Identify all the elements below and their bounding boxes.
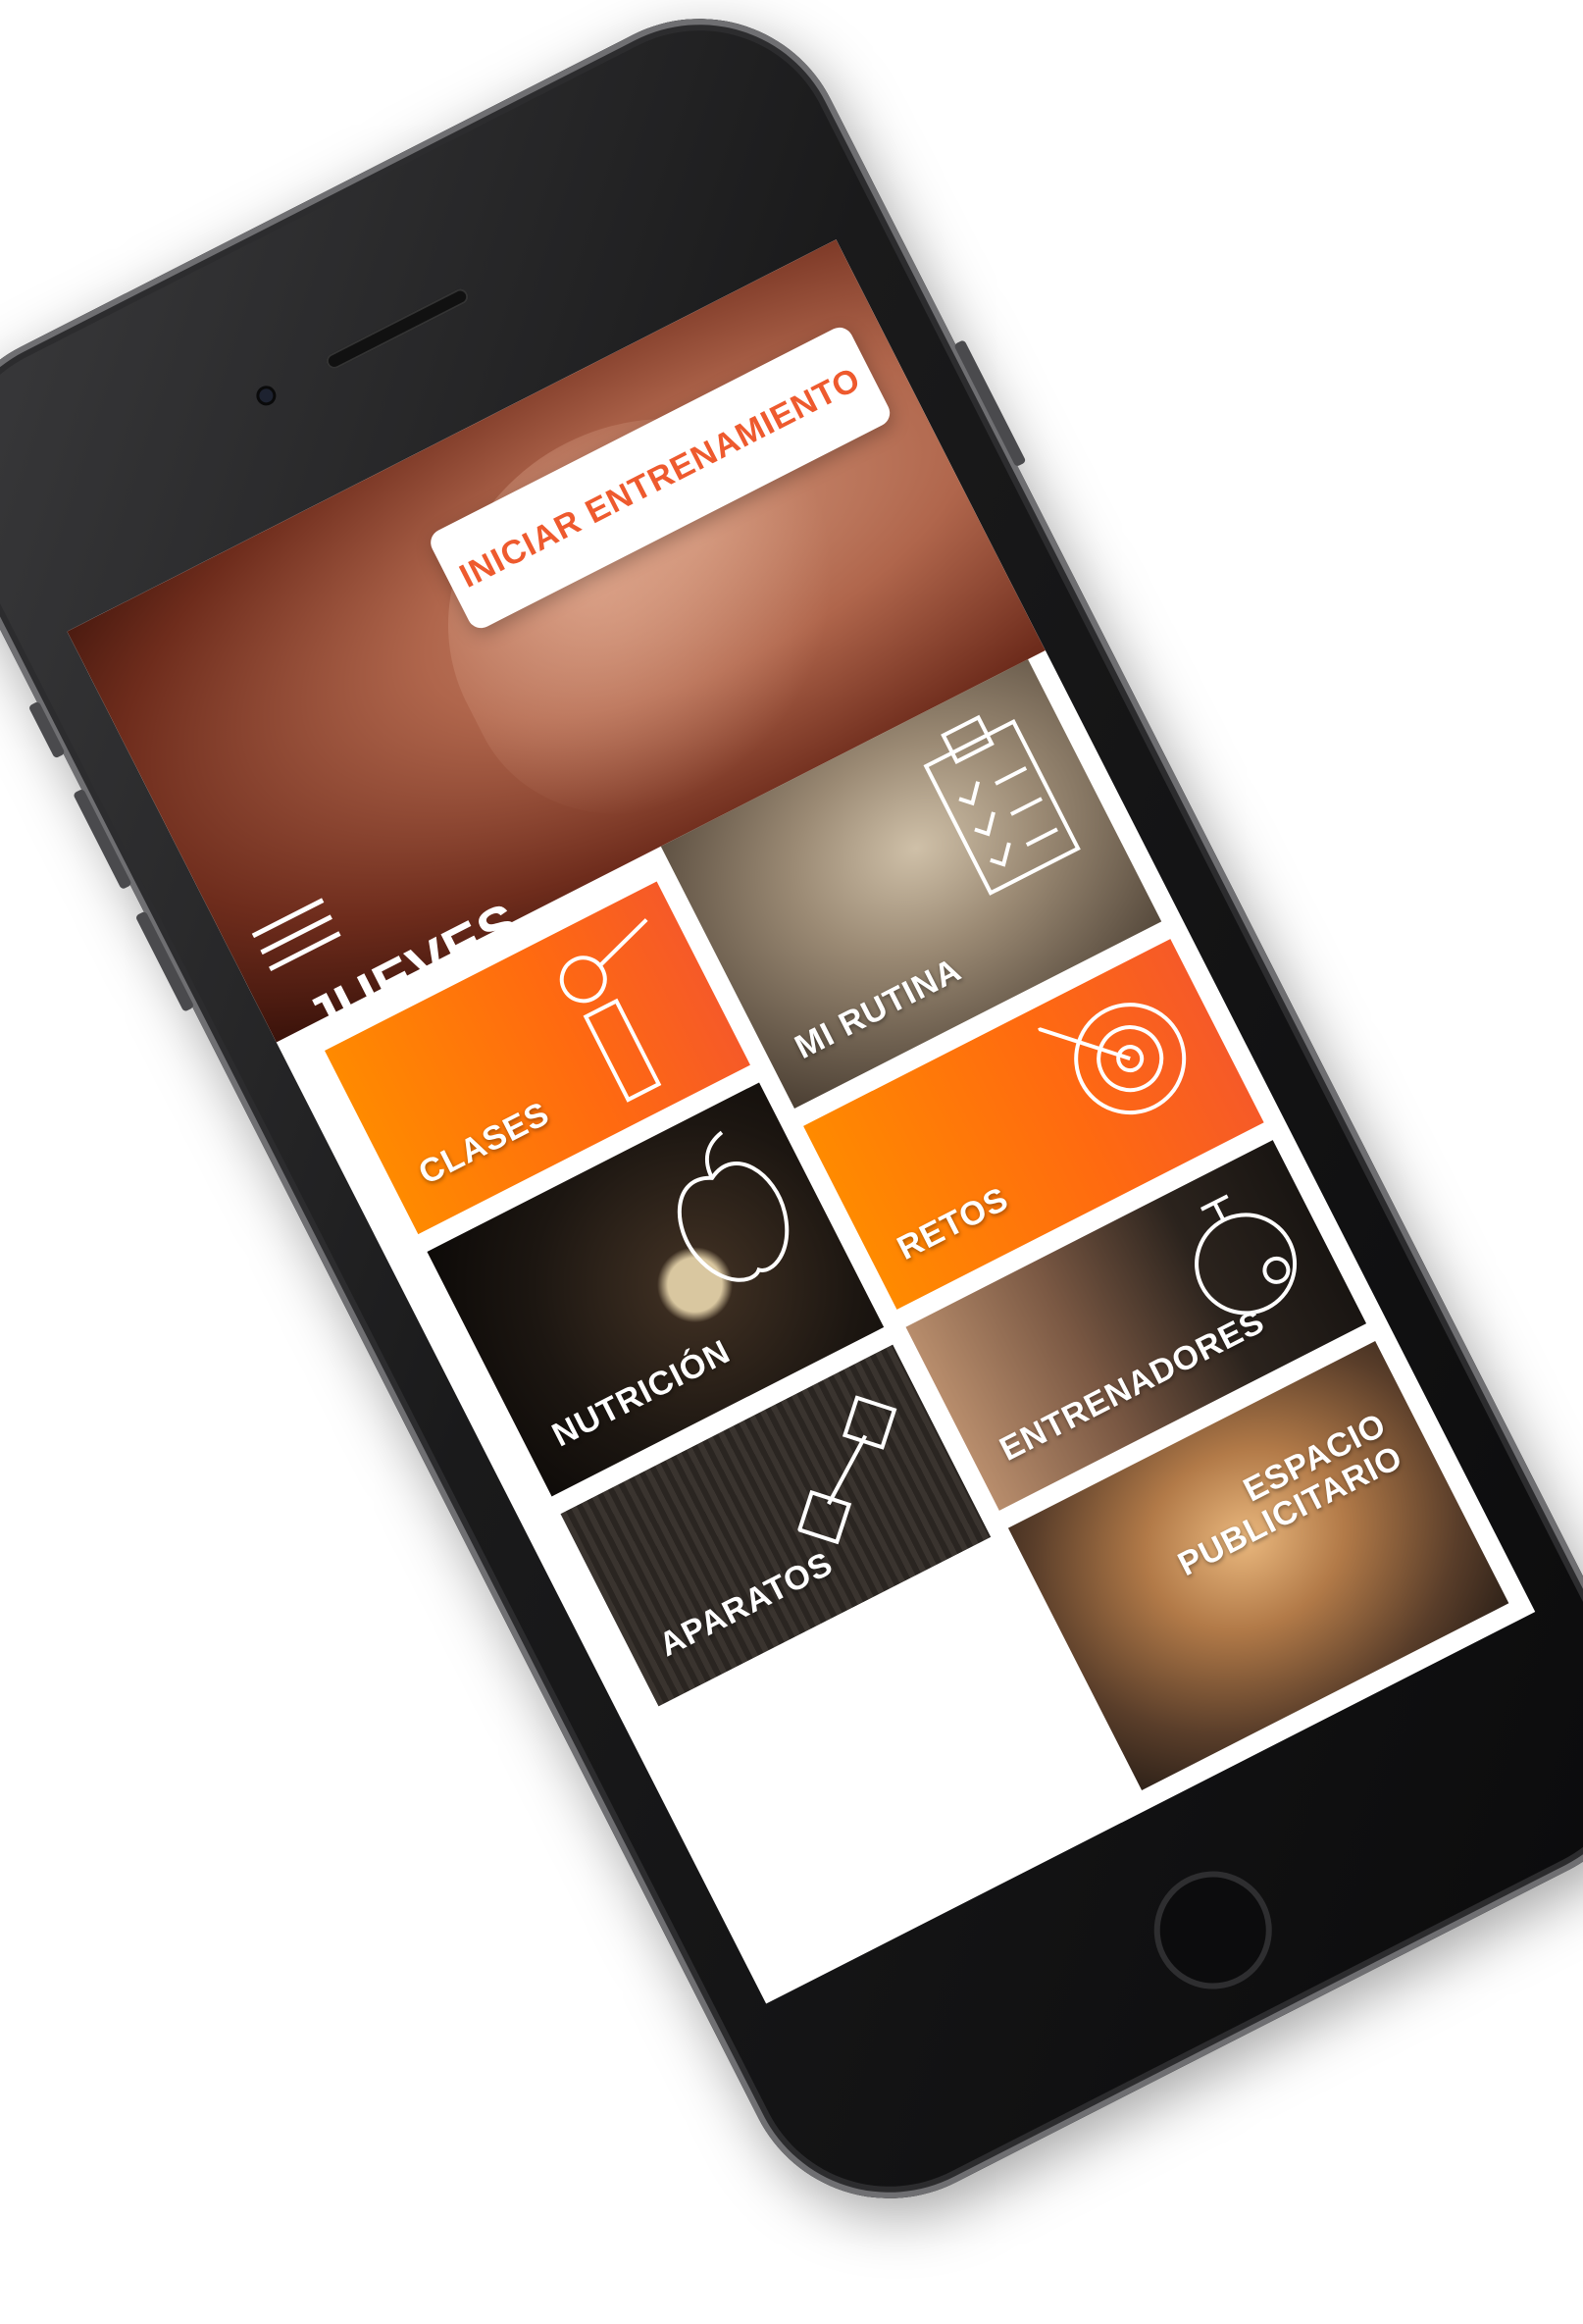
menu-line [260, 914, 332, 955]
ad-space-label: ESPACIO PUBLICITARIO [1156, 1406, 1409, 1584]
tile-label: NUTRICIÓN [546, 1332, 737, 1455]
menu-line [251, 898, 325, 939]
dumbbell-icon [796, 1395, 897, 1545]
phone-device: INICIAR ENTRENAMIENTO JUEVES 25 DE AGOST… [0, 0, 1583, 2249]
apple-icon [677, 1130, 790, 1282]
hamburger-menu-icon[interactable] [251, 898, 347, 982]
volume-up-button [73, 788, 132, 891]
tile-label: MI RUTINA [789, 951, 968, 1066]
front-camera [252, 382, 280, 409]
volume-down-button [134, 910, 195, 1012]
class-figure-icon [559, 918, 662, 1103]
stage: INICIAR ENTRENAMIENTO JUEVES 25 DE AGOST… [0, 0, 1583, 2324]
earpiece-speaker [324, 285, 471, 372]
power-button [953, 339, 1027, 468]
menu-line [269, 931, 341, 972]
tile-label: APARATOS [653, 1544, 840, 1665]
tile-label: RETOS [891, 1179, 1015, 1267]
app-screen: INICIAR ENTRENAMIENTO JUEVES 25 DE AGOST… [67, 239, 1536, 2004]
home-button [1134, 1850, 1293, 2010]
mute-switch [27, 700, 66, 759]
clipboard-checklist-icon [923, 714, 1081, 896]
target-icon [1038, 1003, 1187, 1115]
tile-label: CLASES [412, 1094, 556, 1193]
